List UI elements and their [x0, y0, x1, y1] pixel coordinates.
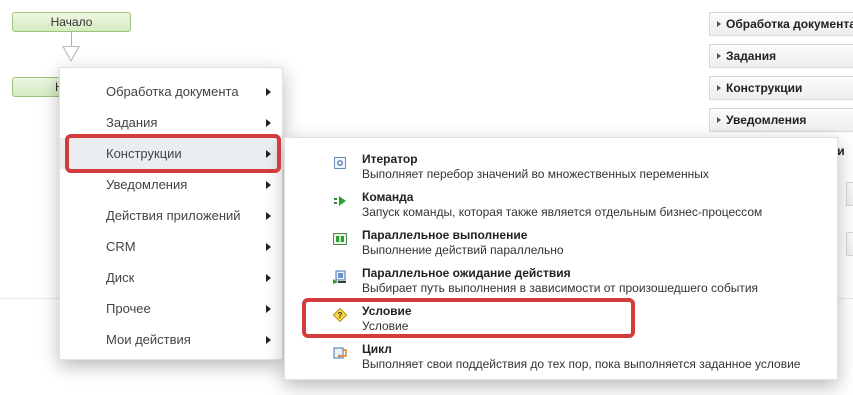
- command-icon: [334, 196, 346, 206]
- menu-item-disk[interactable]: Диск: [60, 262, 284, 293]
- menu-item-label: Прочее: [106, 301, 151, 316]
- submenu-arrow-icon: [266, 274, 271, 282]
- submenu-arrow-icon: [266, 336, 271, 344]
- menu-item-document-processing[interactable]: Обработка документа: [60, 76, 284, 107]
- menu-item-my-actions[interactable]: Мои действия: [60, 324, 284, 355]
- connector-line: [71, 32, 72, 46]
- menu-item-label: CRM: [106, 239, 136, 254]
- menu-item-app-actions[interactable]: Действия приложений: [60, 200, 284, 231]
- submenu-item-description: Выполняет свои поддействия до тех пор, п…: [362, 357, 801, 371]
- submenu-item-title: Условие: [362, 304, 412, 318]
- menu-item-other[interactable]: Прочее: [60, 293, 284, 324]
- submenu-item-description: Выполняет перебор значений во множествен…: [362, 167, 709, 181]
- palette-group-label: Обработка документа: [726, 17, 853, 31]
- menu-item-label: Обработка документа: [106, 84, 239, 99]
- menu-item-crm[interactable]: CRM: [60, 231, 284, 262]
- submenu-arrow-icon: [266, 150, 271, 158]
- menu-item-label: Конструкции: [106, 146, 182, 161]
- submenu-item-loop[interactable]: Цикл Выполняет свои поддействия до тех п…: [285, 340, 839, 378]
- submenu-item-command[interactable]: Команда Запуск команды, которая также яв…: [285, 188, 839, 226]
- start-node[interactable]: Начало: [12, 12, 131, 32]
- svg-text:?: ?: [338, 311, 343, 320]
- submenu-item-title: Параллельное ожидание действия: [362, 266, 571, 280]
- submenu-item-description: Выбирает путь выполнения в зависимости о…: [362, 281, 759, 295]
- submenu-item-title: Цикл: [362, 342, 392, 356]
- submenu-arrow-icon: [266, 181, 271, 189]
- submenu-item-title: Команда: [362, 190, 414, 204]
- connector-arrow-inner: [64, 47, 78, 60]
- submenu-item-title: Параллельное выполнение: [362, 228, 528, 242]
- iterator-icon: [334, 157, 346, 169]
- palette-group-label: Уведомления: [726, 113, 807, 127]
- palette-group-constructions[interactable]: Конструкции: [709, 76, 853, 100]
- submenu-item-condition[interactable]: ? Условие Условие: [285, 302, 839, 340]
- palette-group-partial[interactable]: [846, 182, 853, 206]
- palette-group-partial[interactable]: [846, 232, 853, 256]
- palette-group-label: Задания: [726, 49, 777, 63]
- expand-icon: [717, 21, 721, 27]
- submenu-arrow-icon: [266, 119, 271, 127]
- palette-group-tasks[interactable]: Задания: [709, 44, 853, 68]
- submenu-arrow-icon: [266, 305, 271, 313]
- submenu-arrow-icon: [266, 212, 271, 220]
- menu-item-label: Мои действия: [106, 332, 191, 347]
- submenu-arrow-icon: [266, 88, 271, 96]
- menu-item-label: Уведомления: [106, 177, 188, 192]
- submenu-item-description: Запуск команды, которая также является о…: [362, 205, 763, 219]
- menu-item-label: Действия приложений: [106, 208, 241, 223]
- submenu-item-parallel-wait[interactable]: Параллельное ожидание действия Выбирает …: [285, 264, 839, 302]
- activity-context-menu: Обработка документа Задания Конструкции …: [59, 67, 284, 360]
- palette-group-label: Конструкции: [726, 81, 803, 95]
- parallel-icon: [333, 233, 347, 245]
- expand-icon: [717, 117, 721, 123]
- submenu-item-description: Условие: [362, 319, 409, 333]
- condition-icon: ?: [333, 308, 347, 322]
- menu-item-tasks[interactable]: Задания: [60, 107, 284, 138]
- menu-item-label: Диск: [106, 270, 135, 285]
- palette-group-notifications[interactable]: Уведомления: [709, 108, 853, 132]
- menu-item-notifications[interactable]: Уведомления: [60, 169, 284, 200]
- submenu-item-iterator[interactable]: Итератор Выполняет перебор значений во м…: [285, 150, 839, 188]
- submenu-item-parallel[interactable]: Параллельное выполнение Выполнение дейст…: [285, 226, 839, 264]
- constructions-submenu: Итератор Выполняет перебор значений во м…: [284, 137, 838, 380]
- loop-icon: [333, 347, 347, 359]
- expand-icon: [717, 53, 721, 59]
- activity-palette: Обработка документа Задания Конструкции …: [709, 12, 853, 140]
- menu-item-constructions[interactable]: Конструкции: [60, 138, 284, 169]
- parallel-wait-icon: [333, 270, 346, 284]
- menu-item-label: Задания: [106, 115, 158, 130]
- submenu-item-title: Итератор: [362, 152, 418, 166]
- palette-group-document[interactable]: Обработка документа: [709, 12, 853, 36]
- submenu-item-description: Выполнение действий параллельно: [362, 243, 564, 257]
- expand-icon: [717, 85, 721, 91]
- submenu-arrow-icon: [266, 243, 271, 251]
